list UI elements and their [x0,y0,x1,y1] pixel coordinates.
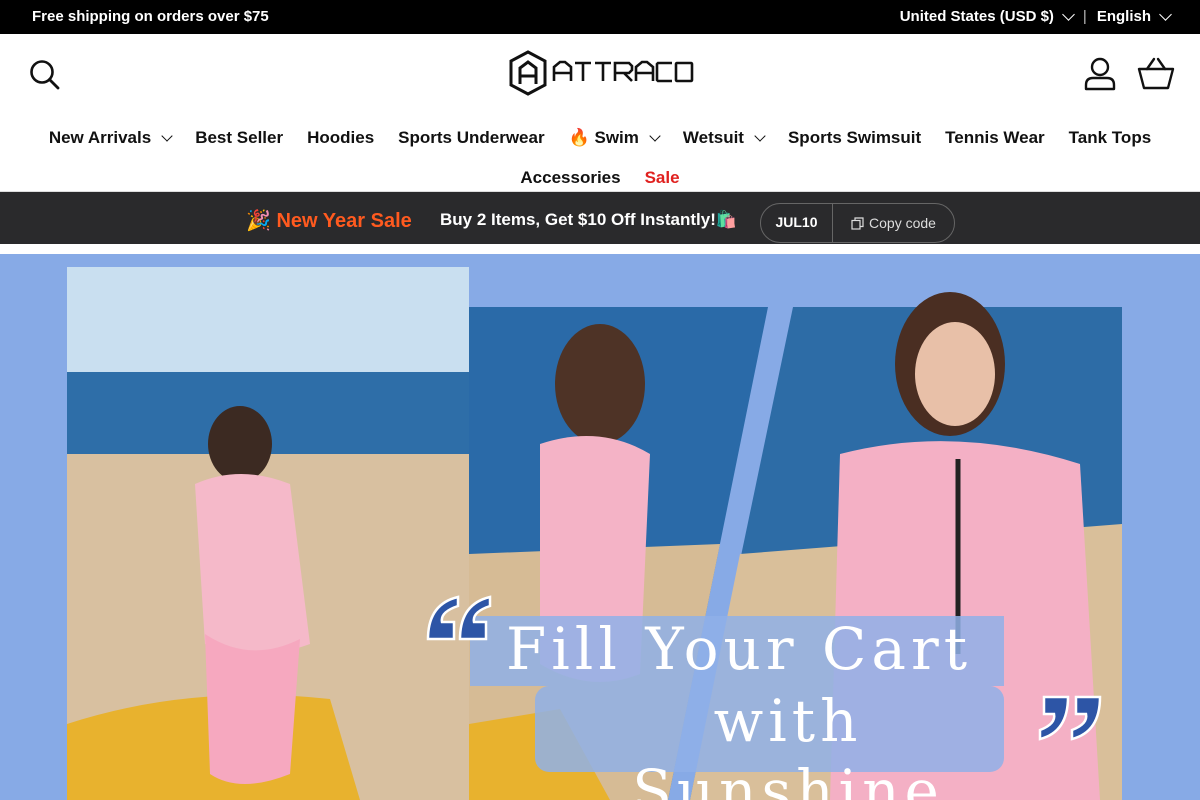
localization: United States (USD $) | English [899,7,1172,25]
discount-code-box: JUL10 Copy code [760,203,955,243]
country-label: United States (USD $) [899,8,1054,25]
language-selector[interactable]: English [1096,7,1172,25]
nav-item-wetsuit[interactable]: Wetsuit [683,118,766,158]
nav-item-swim[interactable]: 🔥 Swim [569,118,661,158]
nav-item-tank-tops[interactable]: Tank Tops [1069,118,1152,158]
chevron-down-icon [1159,7,1172,21]
copy-code-label: Copy code [869,215,936,231]
chevron-down-icon [1062,7,1075,21]
nav-item-sports-underwear[interactable]: Sports Underwear [398,118,544,158]
site-header: New Arrivals Best Seller Hoodies Sports … [0,34,1200,192]
search-icon [30,60,60,90]
chevron-down-icon [649,129,661,142]
party-icon: 🎉 [246,210,271,232]
chevron-down-icon [161,129,173,142]
brand-logo-mark [509,50,694,96]
nav-row-1: New Arrivals Best Seller Hoodies Sports … [0,118,1200,158]
hero-banner[interactable]: Fill Your Cart with Sunshine [0,254,1200,800]
promo-message: Buy 2 Items, Get $10 Off Instantly!🛍️ [440,210,738,229]
country-selector[interactable]: United States (USD $) [899,7,1075,25]
discount-code: JUL10 [761,204,833,242]
free-shipping-text: Free shipping on orders over $75 [32,8,269,25]
account-icon [1084,57,1116,91]
language-label: English [1096,8,1151,25]
nav-item-sports-swimsuit[interactable]: Sports Swimsuit [788,118,921,158]
nav-item-new-arrivals[interactable]: New Arrivals [49,118,173,158]
search-button[interactable] [28,58,62,92]
main-navigation: New Arrivals Best Seller Hoodies Sports … [0,118,1200,198]
cart-button[interactable] [1136,56,1176,92]
chevron-down-icon [754,129,766,142]
copy-icon [851,216,864,230]
nav-item-best-seller[interactable]: Best Seller [195,118,283,158]
separator: | [1082,8,1087,25]
brand-logo[interactable] [508,50,694,96]
copy-code-button[interactable]: Copy code [833,215,954,231]
hero-headline-line-2: with Sunshine [632,687,944,800]
promo-bar: 🎉 New Year Sale Buy 2 Items, Get $10 Off… [0,192,1200,244]
account-button[interactable] [1082,56,1118,92]
nav-item-tennis-wear[interactable]: Tennis Wear [945,118,1045,158]
hero-headline-line-1: Fill Your Cart [506,615,973,683]
cart-icon [1137,57,1175,90]
promo-label: 🎉 New Year Sale [246,210,412,232]
hero-photo-left [67,267,469,800]
announcement-bar: Free shipping on orders over $75 United … [0,0,1200,34]
nav-item-hoodies[interactable]: Hoodies [307,118,374,158]
